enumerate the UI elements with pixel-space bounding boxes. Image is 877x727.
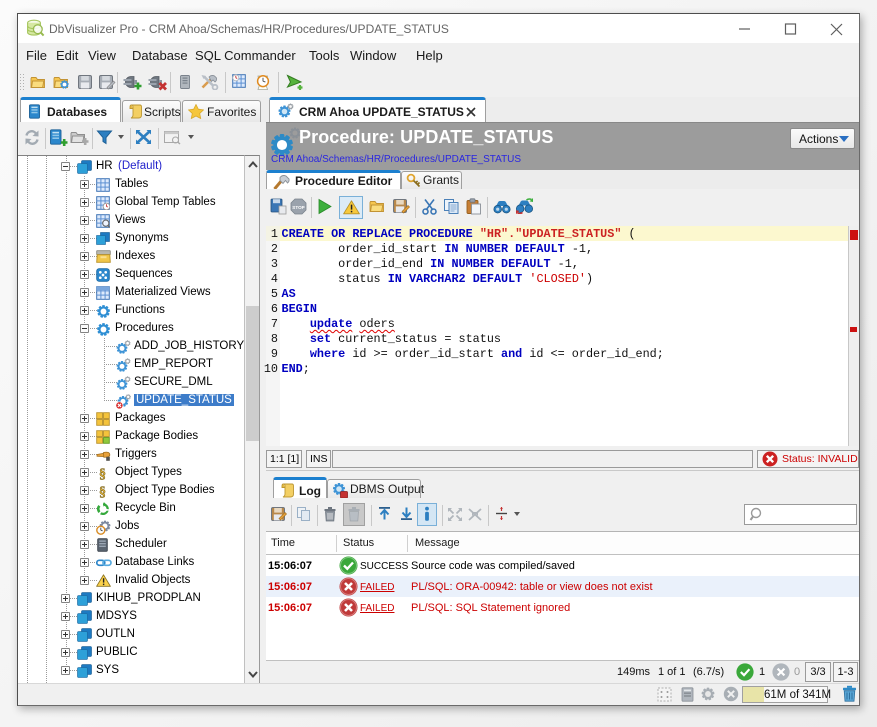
svg-text:§: §	[99, 467, 106, 480]
svg-text:§: §	[99, 485, 106, 498]
svg-text:STOP: STOP	[292, 205, 304, 210]
